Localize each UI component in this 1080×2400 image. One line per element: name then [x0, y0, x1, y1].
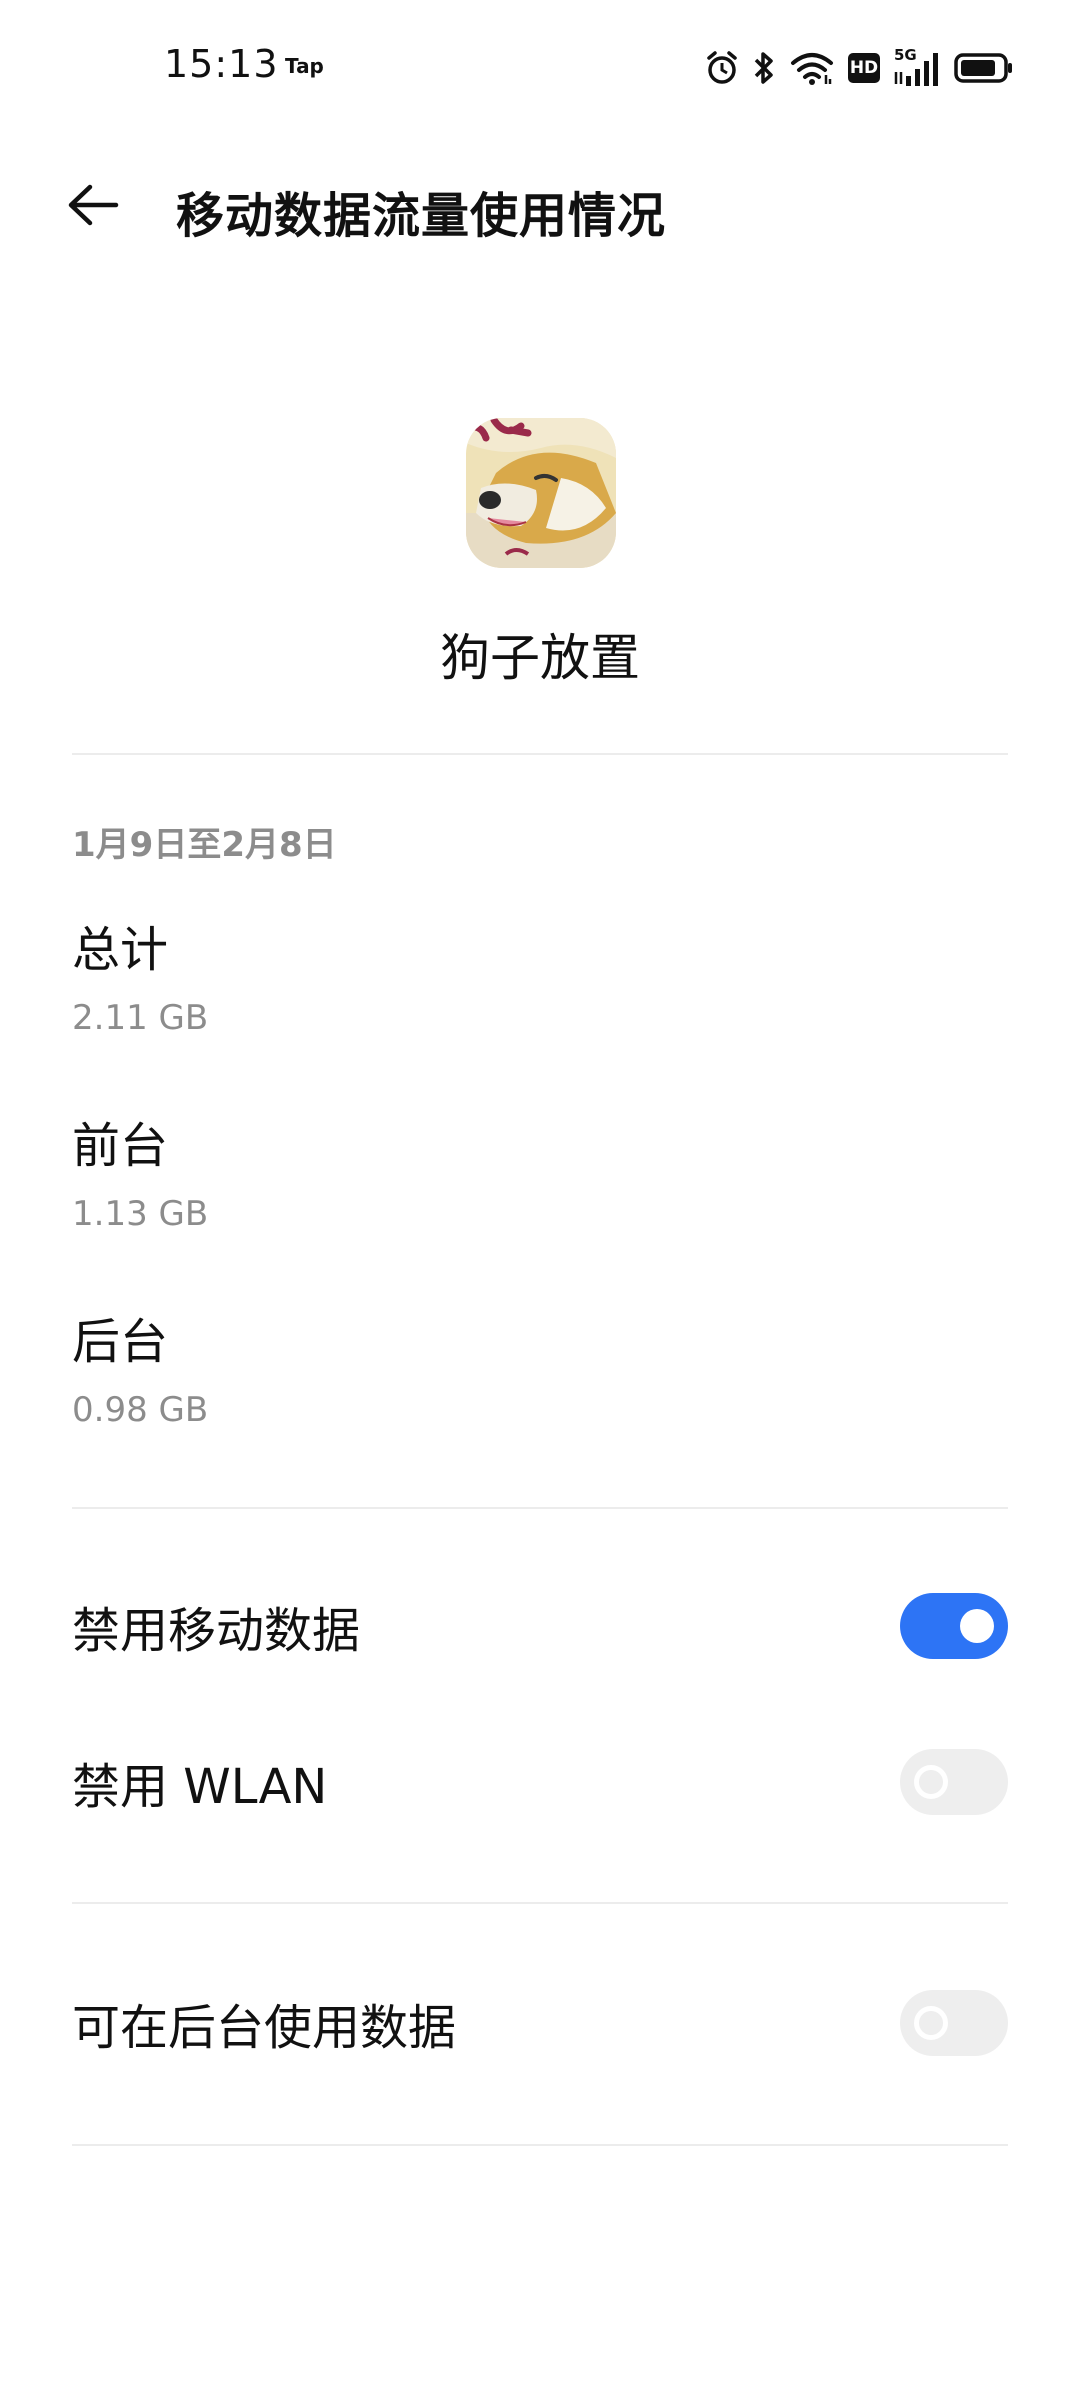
data-usage-screen: 15:13 Tap HD 5G 移动数据流量使用情况 狗子放置 1月9日至2月8… [0, 0, 1080, 2400]
setting-disable-mobile-data[interactable]: 禁用移动数据 [72, 1566, 1008, 1686]
usage-total-value: 2.11 GB [72, 998, 209, 1038]
usage-foreground-value: 1.13 GB [72, 1194, 209, 1234]
usage-background-value: 0.98 GB [72, 1390, 209, 1430]
page-title: 移动数据流量使用情况 [176, 188, 667, 244]
disable-wlan-toggle[interactable] [900, 1749, 1008, 1815]
battery-icon [954, 52, 1014, 84]
back-button[interactable] [60, 172, 126, 238]
setting-disable-wlan-label: 禁用 WLAN [72, 1759, 328, 1815]
app-bar: 移动数据流量使用情况 [0, 160, 1080, 250]
status-bar: 15:13 Tap HD 5G [0, 0, 1080, 130]
disable-mobile-data-toggle[interactable] [900, 1593, 1008, 1659]
background-data-toggle[interactable] [900, 1990, 1008, 2056]
arrow-left-icon [68, 184, 119, 226]
tap-notification-icon: Tap [285, 54, 324, 78]
usage-total: 总计 2.11 GB [72, 920, 972, 1040]
usage-foreground: 前台 1.13 GB [72, 1116, 972, 1236]
usage-background: 后台 0.98 GB [72, 1312, 972, 1432]
setting-background-data-label: 可在后台使用数据 [72, 2000, 457, 2056]
usage-foreground-label: 前台 [72, 1118, 169, 1174]
divider [72, 753, 1008, 755]
toggle-knob [914, 2006, 948, 2040]
app-name: 狗子放置 [440, 629, 640, 687]
status-time: 15:13 [164, 42, 279, 86]
setting-disable-wlan[interactable]: 禁用 WLAN [72, 1722, 1008, 1842]
dog-app-icon [466, 418, 616, 568]
wifi-icon [790, 51, 834, 85]
alarm-icon [706, 51, 738, 85]
usage-period: 1月9日至2月8日 [72, 825, 337, 865]
toggle-knob [914, 1765, 948, 1799]
usage-total-label: 总计 [72, 922, 169, 978]
divider [72, 2144, 1008, 2146]
hd-icon: HD [848, 53, 880, 83]
status-icons: HD 5G [706, 46, 1014, 88]
toggle-knob [960, 1609, 994, 1643]
divider [72, 1902, 1008, 1904]
usage-background-label: 后台 [72, 1314, 169, 1370]
hd-badge-text: HD [849, 58, 879, 78]
signal-icon: 5G [894, 46, 940, 88]
setting-background-data[interactable]: 可在后台使用数据 [72, 1963, 1008, 2083]
setting-disable-mobile-data-label: 禁用移动数据 [72, 1603, 361, 1659]
divider [72, 1507, 1008, 1509]
bluetooth-icon [752, 50, 776, 86]
